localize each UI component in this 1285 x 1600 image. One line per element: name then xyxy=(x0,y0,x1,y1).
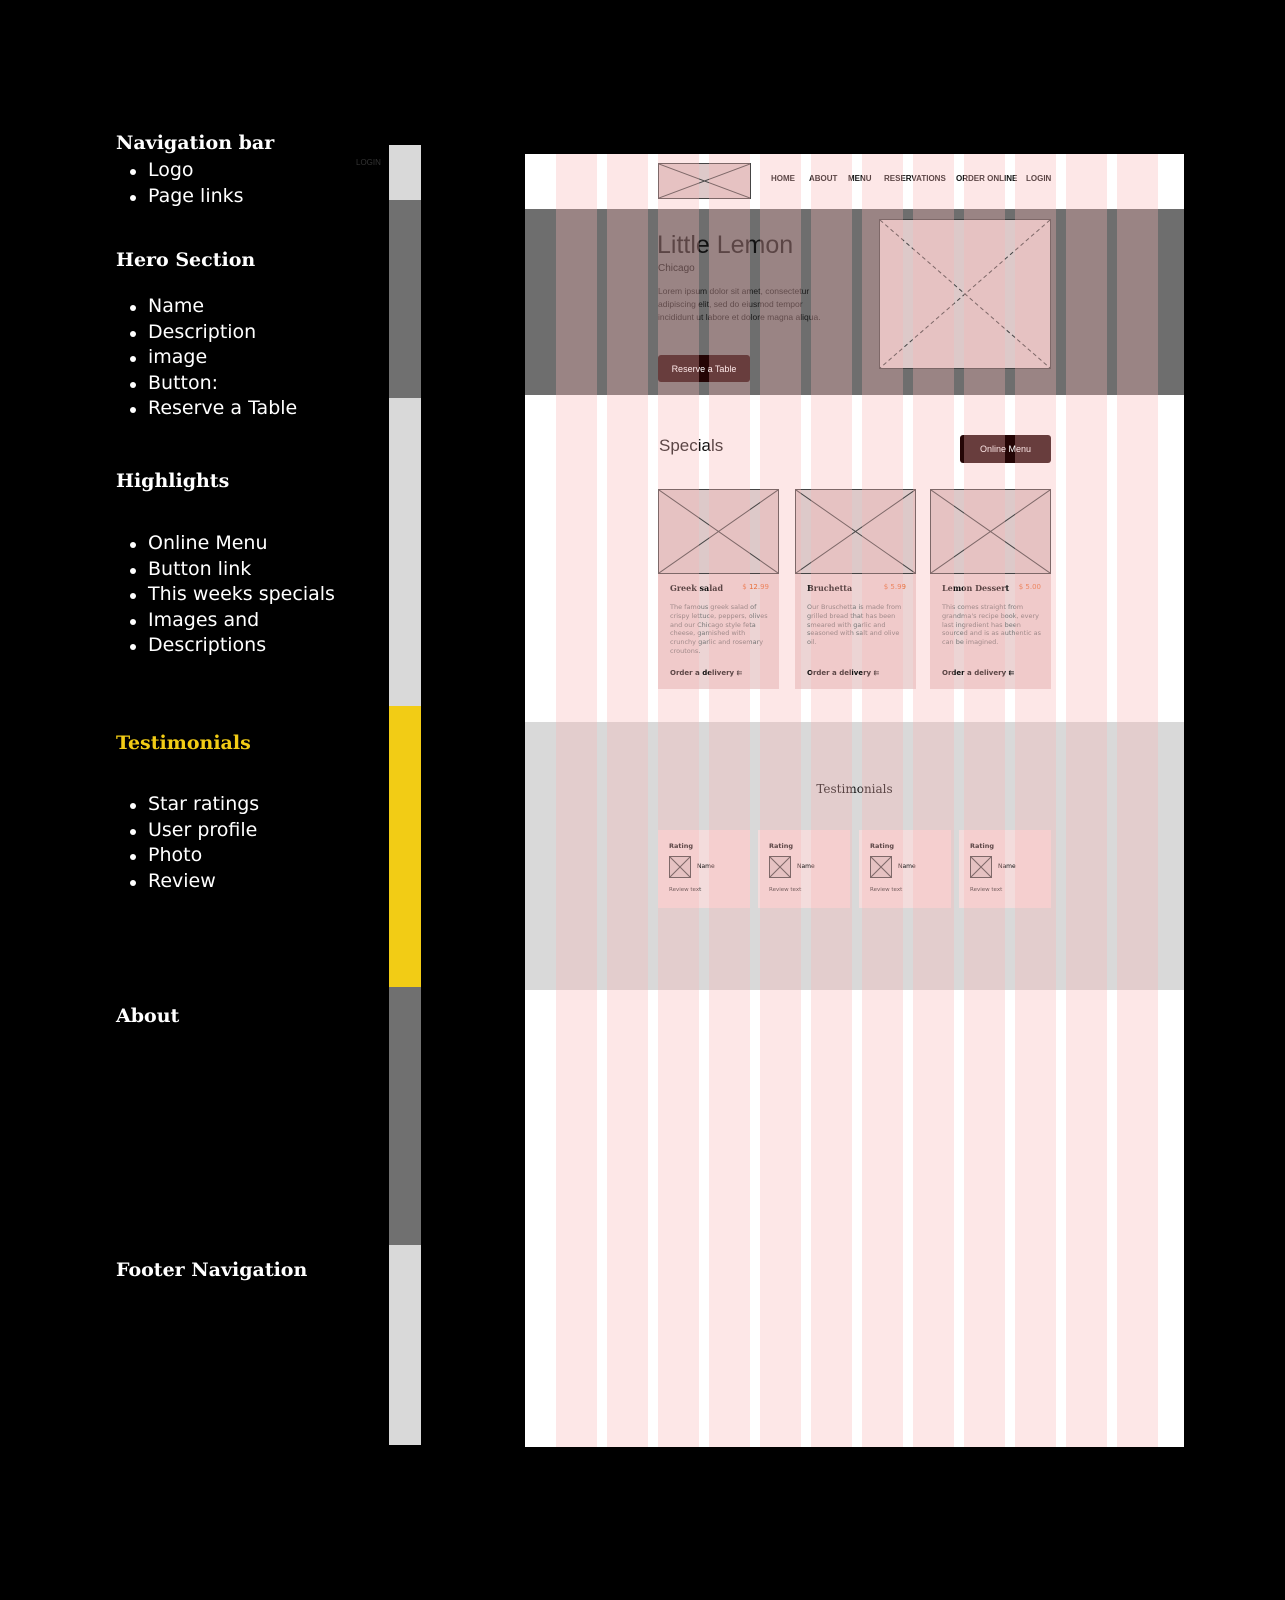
annotation-item: image xyxy=(128,345,297,371)
section-bar-footer xyxy=(389,1245,421,1445)
nav-link-reservations[interactable]: RESERVATIONS xyxy=(884,174,946,183)
testimonial-card: Rating Name Review text xyxy=(758,830,850,908)
annotation-about: About xyxy=(116,1005,180,1027)
annotation-item: Online Menu xyxy=(128,531,335,557)
review-text: Review text xyxy=(769,887,802,893)
special-card: Greek salad $ 12.99 The famous greek sal… xyxy=(658,489,779,689)
hero-section: Little Lemon Chicago Lorem ipsum dolor s… xyxy=(525,209,1184,395)
annotation-item: Logo xyxy=(128,158,244,184)
reserve-table-button[interactable]: Reserve a Table xyxy=(658,355,750,382)
annotation-item: Button: xyxy=(128,371,297,397)
hero-image-placeholder xyxy=(879,219,1051,369)
star-rating: Rating xyxy=(870,842,895,850)
star-rating: Rating xyxy=(669,842,694,850)
online-menu-button[interactable]: Online Menu xyxy=(960,435,1051,463)
section-bar-testimonials xyxy=(389,706,421,987)
nav-link-order-online[interactable]: ORDER ONLINE xyxy=(956,174,1017,183)
annotation-list: Name Description image Button: Reserve a… xyxy=(128,294,297,422)
dish-name: Bruchetta xyxy=(807,583,853,593)
section-bar-about xyxy=(389,987,421,1245)
user-name: Name xyxy=(697,863,715,870)
annotation-title: Hero Section xyxy=(116,249,256,271)
order-delivery-link[interactable]: Order a delivery ⇇ xyxy=(942,669,1014,677)
annotation-footer-navigation: Footer Navigation xyxy=(116,1259,308,1281)
user-photo-placeholder xyxy=(769,856,791,878)
annotation-list: Online Menu Button link This weeks speci… xyxy=(128,531,335,659)
annotation-list: Star ratings User profile Photo Review xyxy=(128,792,259,894)
dish-price: $ 12.99 xyxy=(742,583,769,591)
annotation-item: Photo xyxy=(128,843,259,869)
dish-image-placeholder xyxy=(795,489,916,574)
dish-description: Our Bruschetta is made from grilled brea… xyxy=(807,603,902,647)
dish-description: This comes straight from grandma's recip… xyxy=(942,603,1042,647)
dish-price: $ 5.99 xyxy=(883,583,906,591)
specials-title: Specials xyxy=(659,436,724,455)
annotation-item: Descriptions xyxy=(128,633,335,659)
dish-image-placeholder xyxy=(930,489,1051,574)
annotation-item: Page links xyxy=(128,184,244,210)
order-delivery-link[interactable]: Order a delivery ⇇ xyxy=(670,669,742,677)
testimonial-card: Rating Name Review text xyxy=(959,830,1051,908)
annotation-list: Logo Page links xyxy=(128,158,244,209)
special-card: Lemon Dessert $ 5.00 This comes straight… xyxy=(930,489,1051,689)
about-footer-area xyxy=(525,990,1184,1447)
star-rating: Rating xyxy=(970,842,995,850)
nav-link-menu[interactable]: MENU xyxy=(848,174,872,183)
order-delivery-label: Order a delivery xyxy=(670,669,735,677)
nav-bar: HOME ABOUT MENU RESERVATIONS ORDER ONLIN… xyxy=(525,154,1184,209)
annotation-item: Images and xyxy=(128,608,335,634)
nav-link-login[interactable]: LOGIN xyxy=(1026,174,1051,183)
order-delivery-label: Order a delivery xyxy=(942,669,1007,677)
testimonial-card: Rating Name Review text xyxy=(658,830,750,908)
testimonial-card: Rating Name Review text xyxy=(859,830,951,908)
section-bar-hero xyxy=(389,200,421,398)
wireframe-page: HOME ABOUT MENU RESERVATIONS ORDER ONLIN… xyxy=(525,154,1184,1447)
dish-price: $ 5.00 xyxy=(1018,583,1041,591)
nav-link-home[interactable]: HOME xyxy=(771,174,795,183)
section-bar-nav xyxy=(389,145,421,200)
annotation-title: Navigation bar xyxy=(116,132,275,154)
testimonials-title: Testimonials xyxy=(816,782,893,796)
special-card: Bruchetta $ 5.99 Our Bruschetta is made … xyxy=(795,489,916,689)
dish-image-placeholder xyxy=(658,489,779,574)
section-bar-highlights xyxy=(389,398,421,706)
nav-link-about[interactable]: ABOUT xyxy=(809,174,837,183)
annotation-item: Name xyxy=(128,294,297,320)
user-name: Name xyxy=(898,863,916,870)
user-photo-placeholder xyxy=(970,856,992,878)
user-name: Name xyxy=(998,863,1016,870)
review-text: Review text xyxy=(970,887,1003,893)
hero-title: Little Lemon xyxy=(657,231,794,259)
order-delivery-label: Order a delivery xyxy=(807,669,872,677)
user-photo-placeholder xyxy=(669,856,691,878)
ghost-login-label: LOGIN xyxy=(356,158,381,167)
annotation-item: Description xyxy=(128,320,297,346)
image-placeholder-icon[interactable] xyxy=(658,163,751,199)
testimonials-section xyxy=(525,722,1184,990)
user-name: Name xyxy=(797,863,815,870)
hero-description: Lorem ipsum dolor sit amet, consectetur … xyxy=(658,286,821,322)
annotation-item: User profile xyxy=(128,818,259,844)
user-photo-placeholder xyxy=(870,856,892,878)
star-rating: Rating xyxy=(769,842,794,850)
annotation-item: Star ratings xyxy=(128,792,259,818)
delivery-icon: ⇇ xyxy=(873,669,880,677)
annotation-item: This weeks specials xyxy=(128,582,335,608)
dish-name: Lemon Dessert xyxy=(942,583,1010,593)
annotation-item: Review xyxy=(128,869,259,895)
annotation-title: Highlights xyxy=(116,470,230,492)
hero-city: Chicago xyxy=(658,263,695,274)
order-delivery-link[interactable]: Order a delivery ⇇ xyxy=(807,669,879,677)
dish-name: Greek salad xyxy=(670,583,724,593)
annotation-item: Reserve a Table xyxy=(128,396,297,422)
delivery-icon: ⇇ xyxy=(1008,669,1015,677)
delivery-icon: ⇇ xyxy=(736,669,743,677)
review-text: Review text xyxy=(669,887,702,893)
annotation-title: Testimonials xyxy=(116,732,251,754)
annotation-item: Button link xyxy=(128,557,335,583)
dish-description: The famous greek salad of crispy lettuce… xyxy=(670,603,768,655)
review-text: Review text xyxy=(870,887,903,893)
